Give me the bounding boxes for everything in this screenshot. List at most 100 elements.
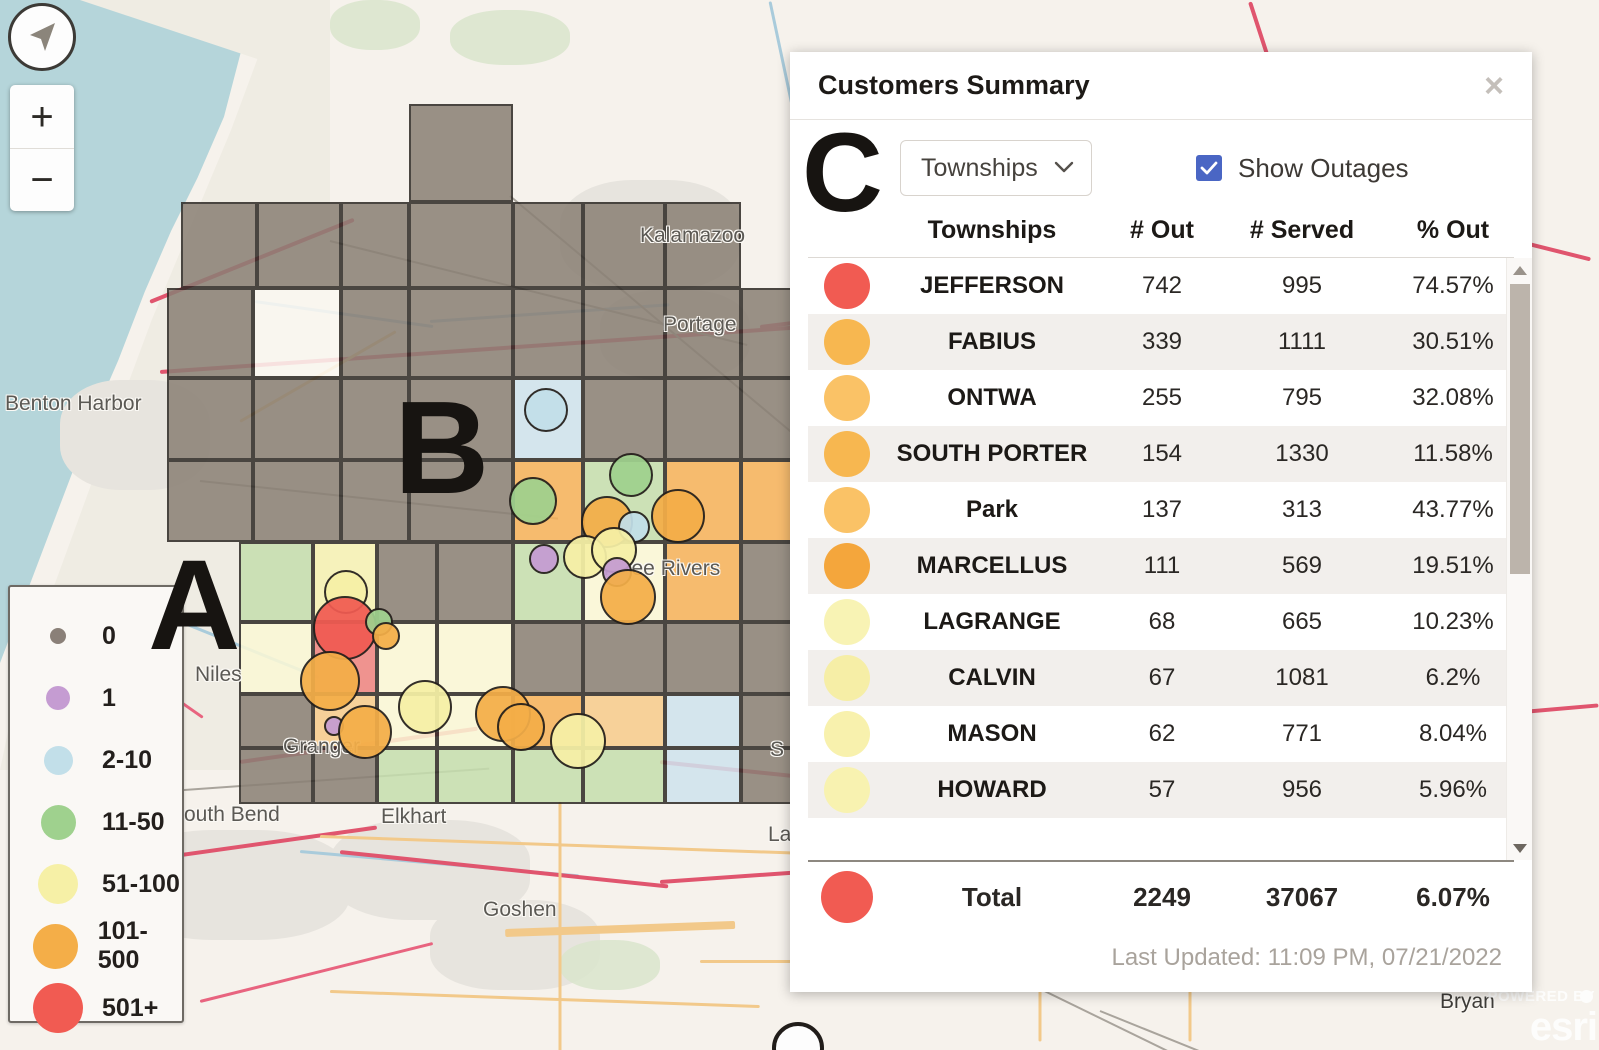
- township-polygon[interactable]: [513, 622, 583, 694]
- outage-marker[interactable]: [338, 705, 392, 759]
- row-pct-out: 74.57%: [1412, 272, 1494, 299]
- row-township-name: CALVIN: [948, 664, 1036, 692]
- township-polygon[interactable]: [167, 378, 253, 460]
- table-body[interactable]: JEFFERSON 742 995 74.57% FABIUS 339 1111 30.51%…: [808, 258, 1506, 860]
- legend-item: 101-500: [10, 915, 182, 977]
- table-row[interactable]: Park 137 313 43.77%: [808, 482, 1506, 538]
- township-polygon[interactable]: [341, 288, 409, 378]
- table-row[interactable]: ONTWA 255 795 32.08%: [808, 370, 1506, 426]
- scroll-up-arrow-icon[interactable]: [1507, 258, 1533, 282]
- township-polygon[interactable]: [437, 622, 513, 694]
- township-polygon[interactable]: [167, 460, 253, 542]
- table-header-row: Townships # Out # Served % Out: [808, 216, 1514, 258]
- township-polygon[interactable]: [409, 104, 513, 202]
- zoom-in-button[interactable]: +: [10, 85, 74, 148]
- legend-dot-icon: [50, 628, 66, 644]
- row-num-served: 665: [1281, 608, 1323, 635]
- township-polygon[interactable]: [167, 288, 253, 378]
- show-outages-checkbox[interactable]: Show Outages: [1196, 153, 1409, 184]
- table-row[interactable]: MARCELLUS 111 569 19.51%: [808, 538, 1506, 594]
- row-dot-icon: [824, 263, 870, 309]
- township-polygon[interactable]: [665, 542, 741, 622]
- zoom-controls[interactable]: + −: [10, 85, 74, 211]
- township-polygon[interactable]: [513, 202, 583, 288]
- legend-label: 101-500: [97, 917, 148, 974]
- table-row[interactable]: JEFFERSON 742 995 74.57%: [808, 258, 1506, 314]
- legend-label: 51-100: [102, 869, 180, 898]
- outage-marker[interactable]: [600, 569, 656, 625]
- table-row[interactable]: FABIUS 339 1111 30.51%: [808, 314, 1506, 370]
- table-total-row: Total 2249 37067 6.07%: [808, 860, 1514, 932]
- legend-label: 11-50: [102, 807, 165, 836]
- outage-marker[interactable]: [529, 544, 559, 574]
- table-row[interactable]: LAGRANGE 68 665 10.23%: [808, 594, 1506, 650]
- column-header-townships[interactable]: Townships: [886, 216, 1098, 245]
- table-row[interactable]: MASON 62 771 8.04%: [808, 706, 1506, 762]
- township-polygon[interactable]: [181, 202, 257, 288]
- zoom-out-button[interactable]: −: [10, 148, 74, 211]
- city-label: South Bend: [170, 803, 280, 826]
- row-num-out: 154: [1141, 440, 1183, 467]
- township-polygon[interactable]: [341, 202, 409, 288]
- township-polygon[interactable]: [437, 542, 513, 622]
- township-polygon[interactable]: [513, 288, 583, 378]
- outage-marker[interactable]: [398, 680, 452, 734]
- township-polygon[interactable]: [409, 202, 513, 288]
- annotation-letter-b: B: [394, 374, 490, 521]
- outage-marker[interactable]: [509, 477, 557, 525]
- row-swatch: [808, 543, 886, 589]
- legend-label: 2-10: [102, 745, 153, 774]
- township-polygon[interactable]: [665, 378, 741, 460]
- outage-marker[interactable]: [609, 453, 653, 497]
- outage-marker[interactable]: [524, 388, 568, 432]
- city-label: Portage: [663, 313, 737, 336]
- city-label: Bryan: [1440, 990, 1495, 1013]
- township-polygon[interactable]: [253, 288, 341, 378]
- township-polygon[interactable]: [583, 288, 665, 378]
- column-header-pct[interactable]: % Out: [1378, 216, 1528, 245]
- township-polygon[interactable]: [665, 622, 741, 694]
- township-polygon[interactable]: [583, 622, 665, 694]
- township-polygon[interactable]: [253, 460, 341, 542]
- township-polygon[interactable]: [257, 202, 341, 288]
- table-row[interactable]: CALVIN 67 1081 6.2%: [808, 650, 1506, 706]
- outage-marker[interactable]: [651, 489, 705, 543]
- scrollbar-thumb[interactable]: [1510, 284, 1530, 574]
- row-dot-icon: [824, 711, 870, 757]
- locate-button[interactable]: [8, 3, 76, 71]
- legend-dot-icon: [33, 983, 83, 1033]
- table-scrollbar[interactable]: [1506, 258, 1532, 860]
- legend-item: 11-50: [10, 791, 182, 853]
- row-township-name: ONTWA: [947, 384, 1037, 412]
- outage-marker[interactable]: [300, 651, 360, 711]
- township-polygon[interactable]: [583, 378, 665, 460]
- row-swatch: [808, 263, 886, 309]
- legend-swatch: [32, 983, 84, 1033]
- legend-swatch: [32, 628, 84, 644]
- township-polygon[interactable]: [437, 748, 513, 804]
- row-pct-out: 8.04%: [1418, 720, 1488, 747]
- column-header-served[interactable]: # Served: [1226, 216, 1378, 245]
- outage-marker[interactable]: [550, 713, 606, 769]
- scroll-down-arrow-icon[interactable]: [1507, 836, 1533, 860]
- township-polygon[interactable]: [377, 748, 437, 804]
- township-polygon[interactable]: [665, 748, 741, 804]
- panel-controls: C Townships Show Outages: [790, 117, 1532, 228]
- table-row[interactable]: SOUTH PORTER 154 1330 11.58%: [808, 426, 1506, 482]
- township-polygon[interactable]: [409, 288, 513, 378]
- outage-marker[interactable]: [372, 622, 400, 650]
- township-polygon[interactable]: [253, 378, 341, 460]
- row-pct-out: 6.2%: [1425, 664, 1481, 691]
- column-header-out[interactable]: # Out: [1098, 216, 1226, 245]
- row-pct-out: 19.51%: [1412, 552, 1494, 579]
- township-polygon[interactable]: [239, 542, 313, 622]
- outage-marker[interactable]: [497, 703, 545, 751]
- customers-summary-panel: Customers Summary × C Townships Show Out…: [790, 52, 1532, 992]
- checkbox-icon[interactable]: [1196, 155, 1222, 181]
- close-icon[interactable]: ×: [1478, 69, 1510, 103]
- grouping-select[interactable]: Townships: [900, 140, 1092, 196]
- township-polygon[interactable]: [665, 694, 741, 748]
- table-row[interactable]: HOWARD 57 956 5.96%: [808, 762, 1506, 818]
- row-num-served: 795: [1281, 384, 1323, 411]
- row-pct-out: 43.77%: [1412, 496, 1494, 523]
